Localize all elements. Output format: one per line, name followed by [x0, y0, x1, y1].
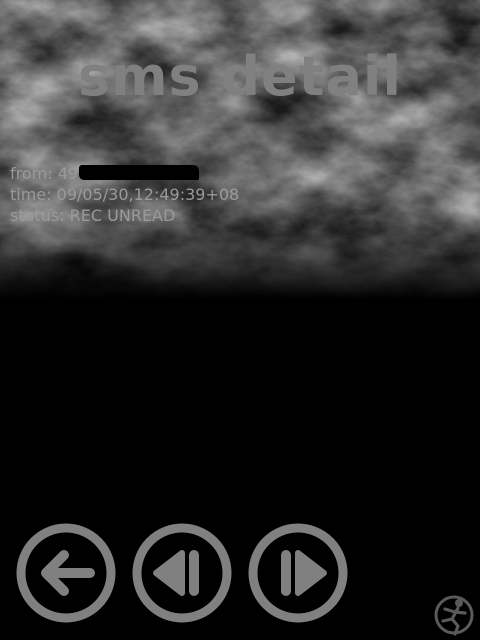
status-row: status: REC UNREAD: [10, 205, 470, 226]
time-label: time:: [10, 185, 52, 204]
from-value: 49: [57, 164, 79, 183]
running-figure-logo-icon: [434, 595, 474, 636]
back-button[interactable]: [16, 523, 116, 623]
sms-detail-screen: sms detail from: 49 time: 09/05/30,12:49…: [0, 0, 480, 640]
redaction-mark: [79, 165, 200, 180]
from-label: from:: [10, 164, 53, 183]
from-row: from: 49: [10, 163, 470, 184]
previous-message-button[interactable]: [132, 523, 232, 623]
page-title: sms detail: [78, 45, 402, 108]
status-value: REC UNREAD: [69, 206, 176, 225]
next-message-button[interactable]: [248, 523, 348, 623]
arrow-left-icon: [16, 523, 116, 623]
status-label: status:: [10, 206, 65, 225]
message-details: from: 49 time: 09/05/30,12:49:39+08 stat…: [10, 163, 470, 226]
time-value: 09/05/30,12:49:39+08: [56, 185, 240, 204]
skip-previous-icon: [132, 523, 232, 623]
time-row: time: 09/05/30,12:49:39+08: [10, 184, 470, 205]
skip-next-icon: [248, 523, 348, 623]
